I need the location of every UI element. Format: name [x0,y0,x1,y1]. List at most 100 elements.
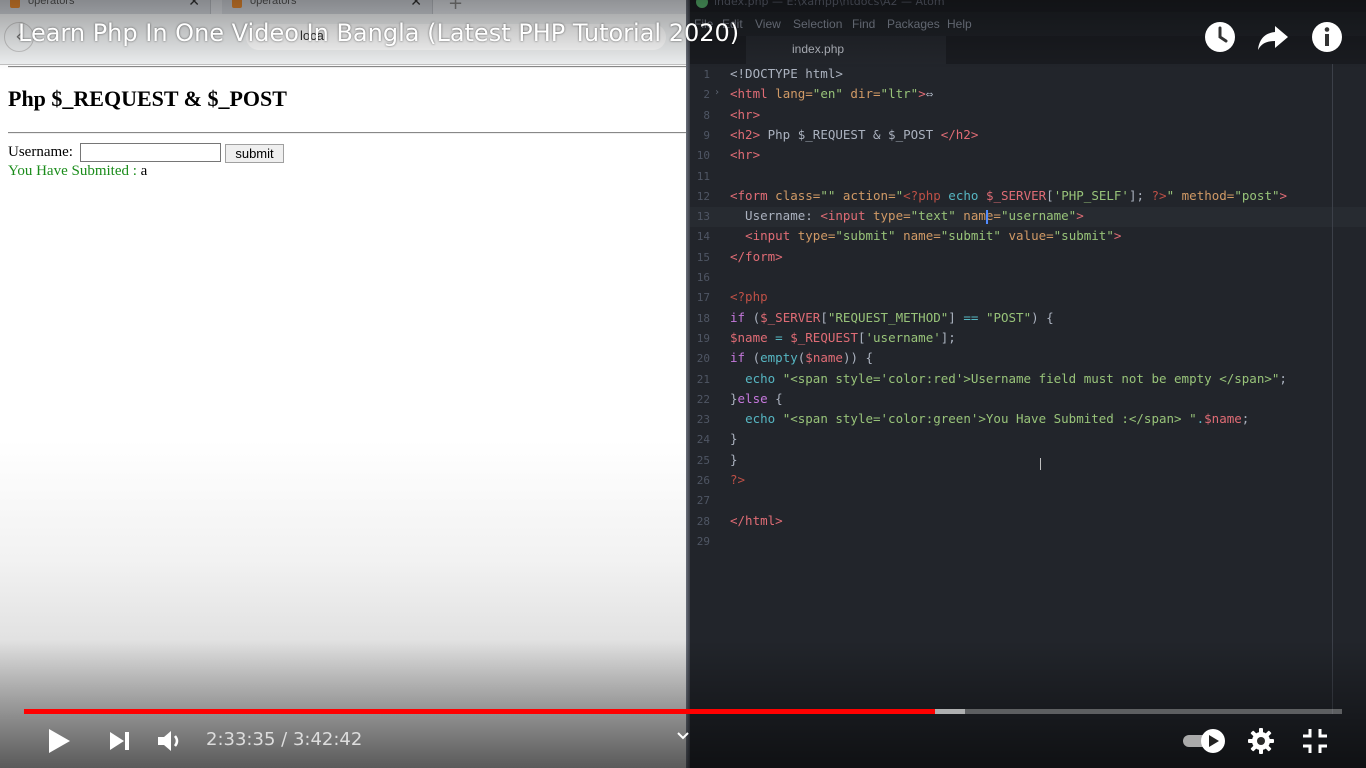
code-token: $name [805,350,843,366]
close-tab-icon[interactable]: ✕ [410,0,422,10]
code-token: name= [895,228,941,244]
volume-icon[interactable] [156,728,184,754]
menu-packages[interactable]: Packages [887,17,940,31]
code-token: $name [730,329,768,345]
code-line[interactable]: 15 </form> [688,248,1366,268]
line-number: 12 [696,189,710,203]
watch-later-icon[interactable] [1203,20,1237,54]
chevron-down-icon[interactable] [675,728,691,744]
code-line[interactable]: 22}else { [688,390,1366,410]
code-token: type= [865,208,911,224]
code-token: " [1166,187,1175,203]
new-tab-plus-icon[interactable]: + [448,0,463,14]
code-line[interactable]: 19 $name = $_REQUEST['username']; [688,329,1366,349]
progress-bar[interactable] [24,709,1342,714]
code-token: ?> [730,472,746,487]
code-line[interactable]: 18 if ($_SERVER["REQUEST_METHOD"] == "POS… [688,309,1366,329]
play-icon[interactable] [46,727,72,755]
code-line[interactable]: 21 echo "<span style='color:red'>Usernam… [688,370,1366,390]
code-text: <form class="" action="<?php echo $_SERV… [730,188,1287,203]
code-line[interactable]: 27 [688,491,1366,511]
editor-window-title: index.php — E:\xampp\htdocs\A2 — Atom [714,0,945,8]
code-token: method= [1174,187,1235,203]
pane-divider [686,0,690,768]
code-text: } [730,452,738,467]
autoplay-toggle[interactable] [1182,727,1228,755]
code-text: Username: <input type="text" name="usern… [730,208,1084,223]
code-line[interactable]: 10 <hr> [688,146,1366,166]
code-text: }else { [730,391,783,406]
code-editor[interactable]: 1 <!DOCTYPE html> 2 › <html lang="en" dir="l… [688,64,1366,714]
code-token: "text" [910,208,956,224]
code-token: > [1076,208,1084,224]
code-line[interactable]: 2 › <html lang="en" dir="ltr">⇔ [688,85,1366,105]
line-number: 21 [696,372,710,386]
code-token: 'username' [865,329,941,345]
video-player[interactable]: operators ✕ operators ✕ + ‹ local Php $_… [0,0,1366,768]
exit-fullscreen-icon[interactable] [1302,728,1328,754]
code-line[interactable]: 12 <form class="" action="<?php echo $_SE… [688,187,1366,207]
code-token: = [775,329,783,345]
line-number: 26 [696,474,710,487]
code-token: { [767,390,783,406]
settings-gear-icon[interactable] [1247,727,1275,755]
result-label: You Have Submited : [8,163,137,179]
code-line[interactable]: 8 <hr> [688,106,1366,126]
code-token: 'PHP_SELF' [1053,187,1129,203]
code-token: echo [940,187,986,203]
code-token: </h2> [940,126,979,142]
fold-chevron-icon[interactable]: › [714,87,720,98]
code-line[interactable]: 9 <h2> Php $_REQUEST & $_POST </h2> [688,126,1366,146]
file-tab-label: index.php [792,42,845,56]
atom-logo-icon [696,0,708,8]
code-line[interactable]: 29 [688,532,1366,552]
xampp-favicon-icon [10,0,20,8]
menu-help[interactable]: Help [947,17,972,31]
code-line[interactable]: 14 <input type="submit" name="submit" va… [688,227,1366,247]
code-token: [ [820,309,828,325]
submit-button[interactable]: submit [225,144,284,163]
menu-selection[interactable]: Selection [793,17,842,31]
editor-file-tab[interactable]: index.php [746,36,946,64]
code-token: "submit" [1053,228,1114,244]
video-title[interactable]: Learn Php In One Video In Bangla (Latest… [18,19,739,47]
code-line[interactable]: 13 Username: <input type="text" name="us… [688,207,1366,228]
info-icon[interactable] [1310,20,1344,54]
page-heading: Php $_REQUEST & $_POST [8,86,287,111]
share-icon[interactable] [1256,20,1290,54]
code-line[interactable]: 11 [688,167,1366,187]
close-tab-icon[interactable]: ✕ [188,0,200,10]
result-value: a [140,163,148,179]
code-token: ; [1241,411,1250,427]
editor-scrollbar[interactable] [1332,64,1333,714]
code-line[interactable]: 24} [688,430,1366,450]
code-token: "en" [812,86,843,102]
code-line[interactable]: 25} [688,451,1366,471]
code-line[interactable]: 1 <!DOCTYPE html> [688,65,1366,85]
code-token: echo [745,370,776,386]
code-line[interactable]: 28 </html> [688,512,1366,532]
code-token: } [730,390,738,406]
next-icon[interactable] [108,730,132,752]
username-input[interactable] [80,143,221,162]
code-token: ⇔ [925,86,934,102]
code-line[interactable]: 23 echo "<span style='color:green'>You H… [688,410,1366,430]
code-token: == [963,309,979,325]
code-token: <hr> [730,147,761,163]
code-line[interactable]: 16 [688,268,1366,288]
code-text: echo "<span style='color:red'>Username f… [730,371,1287,386]
browser-tab-active[interactable]: operators ✕ [222,0,433,14]
code-line[interactable]: 17 <?php [688,288,1366,308]
browser-tab[interactable]: operators ✕ [0,0,211,14]
total-time: 3:42:42 [292,729,363,750]
code-line[interactable]: 20 if (empty($name)) { [688,349,1366,369]
menu-find[interactable]: Find [852,17,875,31]
code-token: ?> [1151,187,1167,203]
browser-tab-strip: operators ✕ operators ✕ + [0,0,688,14]
submission-result: You Have Submited : a [8,163,147,180]
code-line[interactable]: 26 ?> [688,471,1366,491]
menu-view[interactable]: View [755,17,781,31]
